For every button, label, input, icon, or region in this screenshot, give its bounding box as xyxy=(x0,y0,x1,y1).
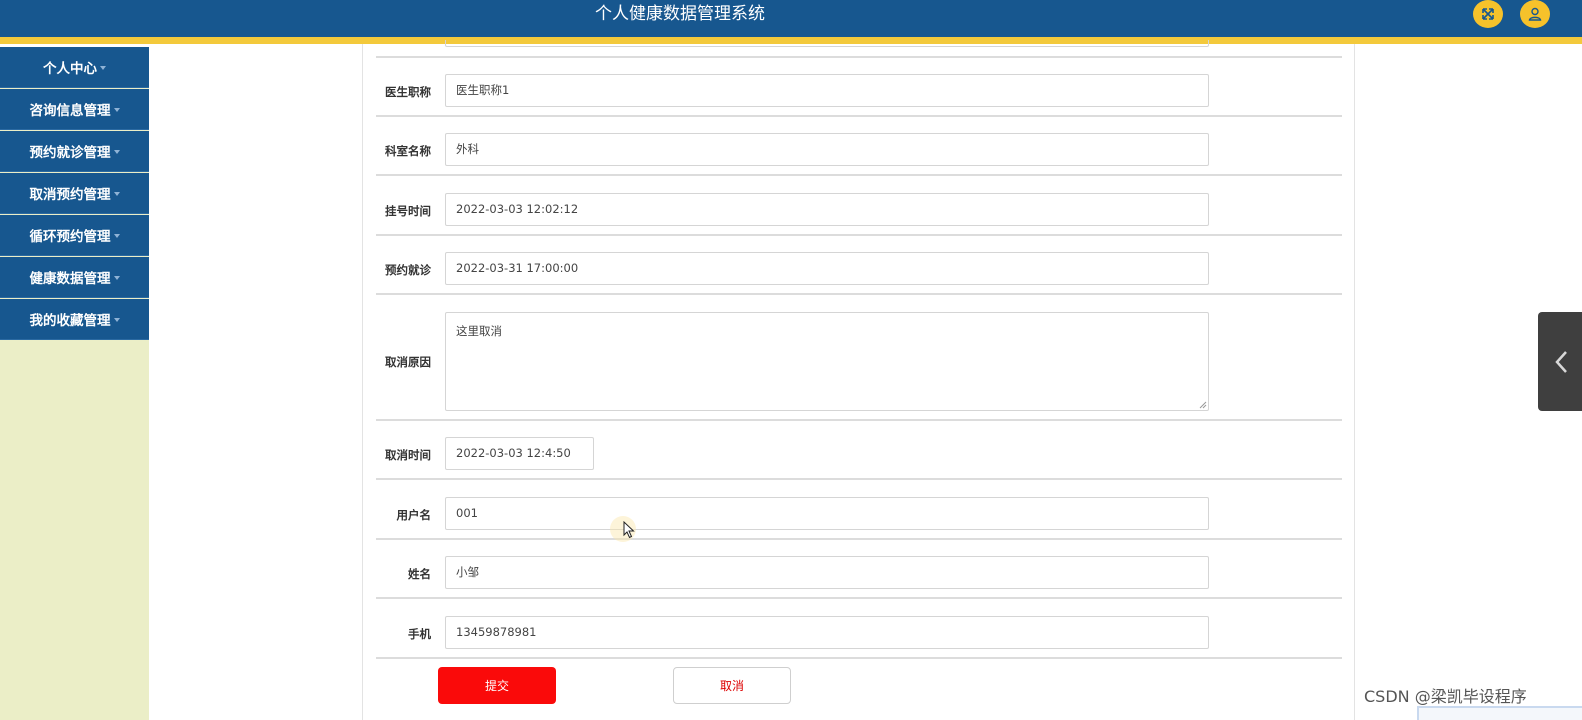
caret-down-icon xyxy=(113,234,120,238)
sidebar-item-cancel-appointment[interactable]: 取消预约管理 xyxy=(0,173,149,214)
cancel-reason-textarea[interactable]: 这里取消 xyxy=(445,312,1209,411)
caret-down-icon xyxy=(113,150,120,154)
caret-down-icon xyxy=(113,108,120,112)
sidebar-item-consultation[interactable]: 咨询信息管理 xyxy=(0,89,149,130)
phone-input[interactable]: 13459878981 xyxy=(445,616,1209,649)
cancel-reason-text: 这里取消 xyxy=(456,324,502,338)
sidebar-item-label: 咨询信息管理 xyxy=(29,103,111,119)
field-label: 医生职称 xyxy=(385,85,431,99)
sidebar-item-appointment[interactable]: 预约就诊管理 xyxy=(0,131,149,172)
field-label: 预约就诊 xyxy=(385,263,431,277)
row-divider xyxy=(376,174,1342,176)
field-label: 用户名 xyxy=(396,508,432,522)
sidebar-item-label: 取消预约管理 xyxy=(29,187,111,203)
sidebar-item-recurring-appointment[interactable]: 循环预约管理 xyxy=(0,215,149,256)
doctor-title-input[interactable]: 医生职称1 xyxy=(445,74,1209,107)
app-title: 个人健康数据管理系统 xyxy=(595,4,765,24)
resize-grip-icon[interactable] xyxy=(1198,400,1207,409)
clipped-field[interactable] xyxy=(445,40,1209,47)
field-label: 手机 xyxy=(408,627,431,641)
appointment-time-input[interactable]: 2022-03-31 17:00:00 xyxy=(445,252,1209,285)
watermark: CSDN @梁凯毕设程序 xyxy=(1364,687,1527,706)
row-divider xyxy=(376,419,1342,421)
cancel-time-input[interactable]: 2022-03-03 12:4:50 xyxy=(445,437,594,470)
caret-down-icon xyxy=(113,318,120,322)
sidebar-item-label: 预约就诊管理 xyxy=(29,145,111,161)
sidebar-item-personal-center[interactable]: 个人中心 xyxy=(0,47,149,88)
user-button[interactable] xyxy=(1520,0,1550,28)
name-input[interactable]: 小邹 xyxy=(445,556,1209,589)
field-label: 取消原因 xyxy=(385,355,431,369)
chevron-left-icon xyxy=(1555,351,1567,373)
field-label: 挂号时间 xyxy=(385,204,431,218)
row-divider xyxy=(376,56,1342,58)
username-input[interactable]: 001 xyxy=(445,497,1209,530)
row-divider xyxy=(376,597,1342,599)
registration-time-input[interactable]: 2022-03-03 12:02:12 xyxy=(445,193,1209,226)
mouse-cursor-icon xyxy=(623,521,635,539)
caret-down-icon xyxy=(100,66,106,70)
side-panel-toggle[interactable] xyxy=(1538,312,1582,411)
submit-button[interactable]: 提交 xyxy=(438,667,556,704)
row-divider xyxy=(376,538,1342,540)
row-divider xyxy=(376,115,1342,117)
department-input[interactable]: 外科 xyxy=(445,133,1209,166)
fullscreen-button[interactable] xyxy=(1473,0,1503,28)
app-header: 个人健康数据管理系统 xyxy=(0,0,1582,37)
row-divider xyxy=(376,478,1342,480)
row-divider xyxy=(376,293,1342,295)
field-label: 取消时间 xyxy=(385,448,431,462)
sidebar-item-label: 个人中心 xyxy=(43,61,97,77)
field-label: 姓名 xyxy=(408,567,431,581)
sidebar-item-label: 我的收藏管理 xyxy=(29,313,111,329)
caret-down-icon xyxy=(113,276,120,280)
row-divider xyxy=(376,234,1342,236)
sidebar: 个人中心 咨询信息管理 预约就诊管理 取消预约管理 循环预约管理 健康数据管理 … xyxy=(0,47,149,720)
sidebar-item-label: 循环预约管理 xyxy=(29,229,111,245)
fullscreen-icon xyxy=(1482,8,1494,20)
corner-widget xyxy=(1417,706,1582,720)
sidebar-item-label: 健康数据管理 xyxy=(29,271,111,287)
field-label: 科室名称 xyxy=(385,144,431,158)
sidebar-item-favorites[interactable]: 我的收藏管理 xyxy=(0,299,149,340)
cancel-button[interactable]: 取消 xyxy=(673,667,791,704)
user-icon xyxy=(1528,7,1542,21)
caret-down-icon xyxy=(113,192,120,196)
sidebar-item-health-data[interactable]: 健康数据管理 xyxy=(0,257,149,298)
row-divider xyxy=(376,657,1342,659)
